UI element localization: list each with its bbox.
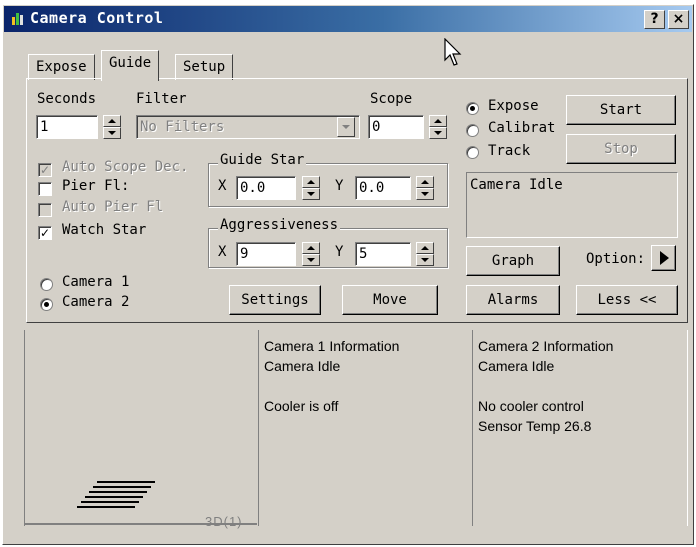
guide-star-x-input[interactable]: 0.0 [236,176,296,200]
options-expand-button[interactable] [651,245,676,271]
aggressiveness-x-stepper[interactable] [302,242,320,266]
auto-scope-dec-checkbox[interactable]: ✓ [38,163,52,177]
guide-star-x-stepper[interactable] [302,176,320,200]
camera-1-info-pane: Camera 1 Information Camera Idle Cooler … [258,330,472,526]
aggressiveness-y-input[interactable]: 5 [355,242,411,266]
alarms-button[interactable]: Alarms [466,285,560,315]
filter-dropdown-button[interactable] [337,117,355,137]
options-label: Option: [586,251,646,267]
scope-stepper[interactable] [429,115,447,139]
tab-expose[interactable]: Expose [28,54,95,80]
title-bar[interactable]: Camera Control ? × [4,6,692,32]
auto-scope-dec-label: Auto Scope Dec. [62,159,189,175]
pier-flip-checkbox[interactable] [38,182,52,196]
seconds-input[interactable]: 1 [36,115,98,139]
seconds-label: Seconds [37,91,97,107]
camera-2-info-cooler: No cooler control [478,398,584,414]
camera-2-label: Camera 2 [62,294,130,310]
camera-1-radio[interactable] [40,278,53,291]
guide-star-y-label: Y [335,178,344,194]
guide-star-y-stepper[interactable] [416,176,434,200]
tab-setup[interactable]: Setup [175,54,234,80]
mode-calibrate-label: Calibrat [488,120,556,136]
guide-star-x-label: X [218,178,227,194]
aggressiveness-y-stepper[interactable] [416,242,434,266]
guide-star-y-input[interactable]: 0.0 [355,176,411,200]
camera-2-info-pane: Camera 2 Information Camera Idle No cool… [472,330,688,526]
guide-star-title: Guide Star [218,152,307,168]
camera-1-label: Camera 1 [62,274,130,290]
mouse-pointer-icon [444,38,462,66]
tab-guide[interactable]: Guide [101,50,160,81]
graph-button[interactable]: Graph [466,246,560,276]
camera-1-info-state: Camera Idle [264,358,341,374]
filter-label: Filter [136,91,187,107]
start-button[interactable]: Start [566,95,676,125]
camera-status-box: Camera Idle [466,172,678,238]
less-button[interactable]: Less << [576,285,678,315]
scope-input[interactable]: 0 [368,115,424,139]
mode-track-radio[interactable] [466,146,479,159]
pier-flip-label: Pier Fl: [62,178,130,194]
star-profile-3d-plot [25,481,257,526]
auto-pier-flip-checkbox[interactable] [38,203,52,217]
filter-select[interactable]: No Filters [136,115,360,139]
settings-button[interactable]: Settings [229,285,321,315]
app-icon [12,13,23,25]
stop-button[interactable]: Stop [566,134,676,164]
preview-view-label: 3D(1) [205,514,243,529]
camera-2-radio[interactable] [40,298,53,311]
aggressiveness-title: Aggressiveness [218,217,341,233]
camera-1-info-cooler: Cooler is off [264,398,339,414]
mode-expose-radio[interactable] [466,102,479,115]
move-button[interactable]: Move [342,285,438,315]
aggressiveness-x-input[interactable]: 9 [236,242,296,266]
star-preview-pane: 3D(1) [24,330,258,529]
window-title: Camera Control [30,9,164,27]
mode-expose-label: Expose [488,98,539,114]
camera-2-info-title: Camera 2 Information [478,338,614,354]
seconds-stepper[interactable] [103,115,121,139]
close-button[interactable]: × [668,10,689,29]
help-button[interactable]: ? [644,10,665,29]
mode-calibrate-radio[interactable] [466,124,479,137]
camera-2-info-state: Camera Idle [478,358,555,374]
watch-star-label: Watch Star [62,222,147,238]
camera-2-info-temp: Sensor Temp 26.8 [478,418,592,434]
mode-track-label: Track [488,143,531,159]
watch-star-checkbox[interactable]: ✓ [38,226,52,240]
auto-pier-flip-label: Auto Pier Fl [62,199,164,215]
preview-divider [25,523,257,525]
scope-label: Scope [370,91,413,107]
play-arrow-icon [659,251,669,265]
aggressiveness-y-label: Y [335,244,344,260]
aggressiveness-x-label: X [218,244,227,260]
camera-1-info-title: Camera 1 Information [264,338,400,354]
